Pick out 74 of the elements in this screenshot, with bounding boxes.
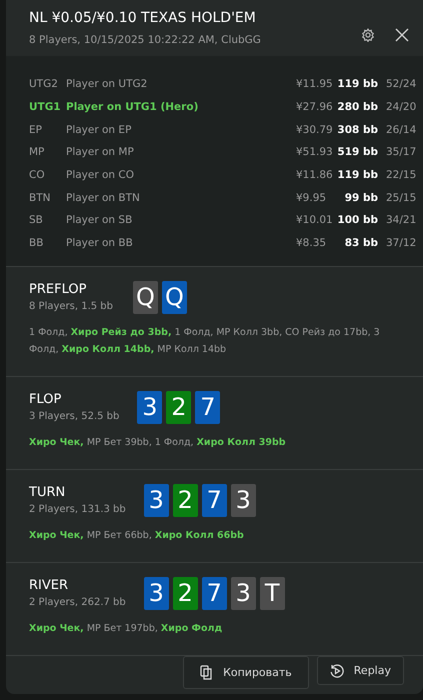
player-name: Player on UTG1 (Hero) [66, 101, 200, 114]
playing-card: Q [133, 280, 158, 314]
player-position: UTG2 [29, 78, 59, 90]
player-bb: 308 bb [336, 124, 378, 136]
window-title: NL ¥0.05/¥0.10 TEXAS HOLD'EM [29, 10, 257, 26]
player-name: Player on CO [66, 169, 136, 182]
player-position: CO [29, 169, 46, 182]
playing-card: Q [162, 280, 187, 314]
street-info: 3 Players, 52.5 bb [29, 411, 120, 422]
playing-card: 3 [230, 576, 256, 610]
player-bb: 119 bb [336, 78, 378, 90]
playing-card: 7 [195, 390, 220, 424]
playing-card: 3 [230, 484, 256, 516]
player-stats: 34/21 [386, 214, 416, 226]
player-stack: ¥51.93 [296, 146, 334, 158]
action-summary: Хиро Чек, MP Бет 39bb, 1 Фолд, Хиро Колл 39bb [29, 436, 287, 450]
player-position: UTG1 [29, 101, 62, 114]
player-stack: ¥10.01 [296, 214, 334, 226]
player-stack: ¥8.35 [296, 237, 328, 250]
player-stack: ¥27.96 [296, 101, 334, 114]
player-bb: 280 bb [336, 101, 378, 114]
action-summary: 1 Фолд, Хиро Рейз до 3bb, 1 Фолд, MP Колл 3bb, CO Рейз до 17bb, 3 Фолд, Хиро Колл 14bb, MP Колл 14bb [29, 326, 381, 356]
player-name: Player on EP [66, 124, 132, 136]
action-summary: Хиро Чек, MP Бет 197bb, Хиро Фолд [29, 622, 224, 636]
player-stats: 26/14 [386, 124, 416, 136]
street-title: PREFLOP [29, 282, 88, 297]
player-stats: 24/20 [386, 101, 416, 114]
player-stats: 22/15 [386, 169, 416, 182]
player-name: Player on BTN [66, 192, 141, 204]
player-position: EP [29, 124, 43, 136]
street-info: 2 Players, 131.3 bb [29, 504, 126, 515]
hand-info: 8 Players, 10/15/2025 10:22:22 AM, ClubGG [29, 34, 262, 46]
player-stack: ¥30.79 [296, 124, 334, 136]
settings-icon[interactable] [361, 28, 375, 42]
playing-card: 2 [172, 484, 198, 516]
close-icon[interactable] [395, 28, 409, 42]
player-bb: 100 bb [336, 214, 378, 226]
street-title: TURN [29, 485, 66, 500]
playing-card: 7 [202, 484, 227, 516]
player-position: BB [29, 237, 44, 250]
player-stack: ¥9.95 [296, 192, 328, 204]
playing-card: 7 [202, 576, 227, 610]
playing-card: 3 [137, 390, 162, 424]
player-name: Player on BB [66, 237, 134, 250]
playing-card: T [260, 576, 285, 610]
player-stats: 52/24 [386, 78, 416, 90]
player-name: Player on UTG2 [66, 78, 148, 90]
player-position: SB [29, 214, 44, 226]
playing-card: 2 [166, 390, 192, 424]
replay-button[interactable]: Replay [316, 656, 404, 685]
player-stack: ¥11.86 [296, 169, 334, 182]
street-info: 2 Players, 262.7 bb [29, 597, 126, 608]
player-stack: ¥11.95 [296, 78, 334, 90]
player-name: Player on SB [66, 214, 134, 226]
playing-card: 3 [144, 576, 169, 610]
player-bb: 99 bb [344, 192, 378, 204]
copy-button[interactable]: Копировать [183, 656, 309, 689]
player-stats: 25/15 [386, 192, 416, 204]
player-bb: 119 bb [336, 169, 378, 182]
player-stats: 35/17 [386, 146, 416, 158]
playing-card: 2 [172, 576, 198, 610]
player-position: MP [29, 146, 46, 158]
copy-icon [200, 665, 214, 680]
street-title: FLOP [29, 392, 62, 407]
street-title: RIVER [29, 578, 70, 593]
player-position: BTN [29, 192, 52, 204]
street-info: 8 Players, 1.5 bb [29, 301, 114, 312]
player-stats: 37/12 [386, 237, 416, 250]
player-bb: 519 bb [336, 146, 378, 158]
playing-card: 3 [144, 484, 169, 516]
action-summary: Хиро Чек, MP Бет 66bb, Хиро Колл 66bb [29, 528, 245, 542]
replay-icon [330, 664, 344, 678]
player-name: Player on MP [66, 146, 135, 158]
player-bb: 83 bb [344, 237, 378, 250]
